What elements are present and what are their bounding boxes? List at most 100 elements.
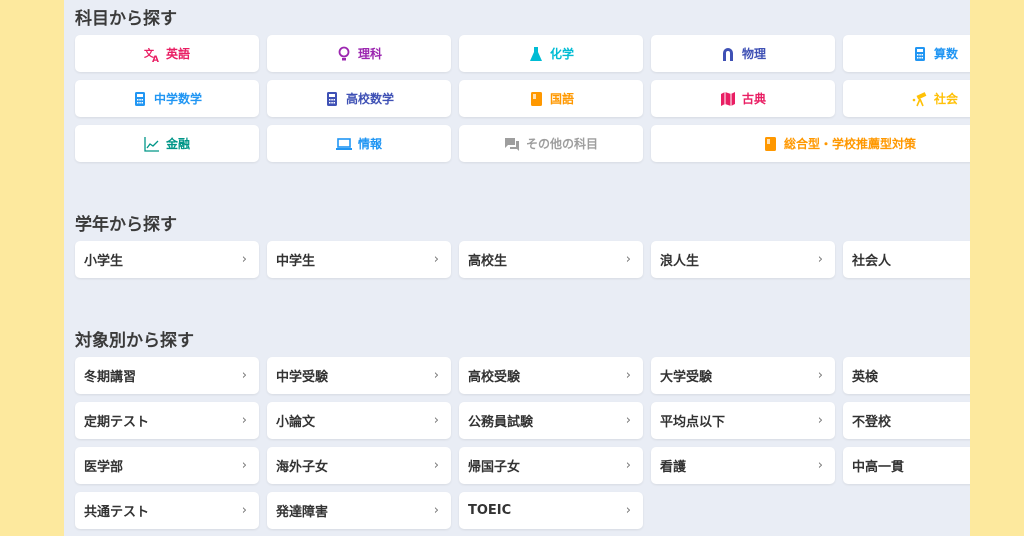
link-label: 看護 [660,460,687,475]
subject-label: 高校数学 [345,92,394,106]
link-label: 小論文 [276,415,316,430]
link-label: 高校生 [468,254,508,269]
lightbulb-icon [338,46,350,60]
link-label: 定期テスト [84,415,150,430]
chevron-right-icon: › [625,252,631,267]
target-link[interactable]: TOEIC › [459,492,643,529]
chevron-right-icon: › [241,368,247,383]
target-link[interactable]: 海外子女 › [267,447,451,484]
subject-label: 英語 [165,47,190,61]
target-link[interactable]: 発達障害 › [267,492,451,529]
subject-card[interactable]: 総合型・学校推薦型対策 [651,125,970,162]
target-link[interactable]: 平均点以下 › [651,402,835,439]
link-label: 海外子女 [276,460,329,475]
link-label: 中高一貫 [852,460,905,475]
grades-heading: 学年から探す [75,215,177,235]
chevron-right-icon: › [625,413,631,428]
chevron-right-icon: › [241,252,247,267]
link-label: 小学生 [84,254,124,269]
book-icon [530,91,542,106]
subject-card[interactable]: 金融 [75,125,259,162]
grade-link[interactable]: 高校生 › [459,241,643,278]
target-link[interactable]: 大学受験 › [651,357,835,394]
chevron-right-icon: › [433,368,439,383]
link-label: 不登校 [852,415,892,430]
link-label: 浪人生 [660,254,700,269]
chevron-right-icon: › [625,458,631,473]
subject-label: 社会 [933,92,958,106]
subject-label: 古典 [741,92,766,106]
map-icon [720,91,735,106]
target-link[interactable]: 定期テスト › [75,402,259,439]
subject-card[interactable]: 国語 [459,80,643,117]
target-link[interactable]: 小論文 › [267,402,451,439]
subject-card[interactable]: 文 A 英語 [75,35,259,72]
link-label: 社会人 [852,254,892,269]
flask-icon [529,46,542,61]
grade-link[interactable]: 社会人› [843,241,970,278]
subject-label: その他の科目 [525,137,598,151]
grade-link[interactable]: 中学生 › [267,241,451,278]
link-label: TOEIC [468,503,512,518]
chart-line-icon [144,136,159,152]
target-link[interactable]: 中高一貫› [843,447,970,484]
calculator-icon [326,91,337,106]
subject-card[interactable]: 情報 [267,125,451,162]
target-link[interactable]: 冬期講習 › [75,357,259,394]
subject-card[interactable]: 物理 [651,35,835,72]
target-link[interactable]: 中学受験 › [267,357,451,394]
subject-card[interactable]: 理科 [267,35,451,72]
laptop-icon [335,137,352,150]
subject-label: 情報 [357,137,382,151]
link-label: 冬期講習 [84,370,137,385]
subjects-grid: 文 A 英語 理科 化学 物理 算数中学数学 高校数学 国語 古典 社会金融 情報 その他の科目 総合型・… [75,35,970,162]
chevron-right-icon: › [433,503,439,518]
target-link[interactable]: 公務員試験 › [459,402,643,439]
link-label: 帰国子女 [468,460,521,475]
chat-icon [504,137,519,151]
target-link[interactable]: 不登校› [843,402,970,439]
target-link[interactable]: 高校受験 › [459,357,643,394]
grade-link[interactable]: 浪人生 › [651,241,835,278]
subject-label: 物理 [741,47,766,61]
telescope-icon [912,91,927,106]
link-label: 中学生 [276,254,316,269]
chevron-right-icon: › [817,252,823,267]
subject-card[interactable]: 社会 [843,80,970,117]
subject-card[interactable]: 高校数学 [267,80,451,117]
chevron-right-icon: › [241,413,247,428]
subject-label: 国語 [549,92,574,106]
chevron-right-icon: › [241,458,247,473]
target-link[interactable]: 英検› [843,357,970,394]
target-link[interactable]: 帰国子女 › [459,447,643,484]
targets-grid: 冬期講習›中学受験›高校受験›大学受験›英検›定期テスト›小論文›公務員試験›平… [75,357,970,529]
link-label: 医学部 [84,460,124,475]
link-label: 公務員試験 [468,415,534,430]
subjects-heading: 科目から探す [75,9,177,29]
link-label: 高校受験 [468,370,521,385]
subject-label: 総合型・学校推薦型対策 [783,137,916,151]
subject-label: 中学数学 [153,92,202,106]
target-link[interactable]: 医学部 › [75,447,259,484]
chevron-right-icon: › [817,458,823,473]
subject-card[interactable]: 化学 [459,35,643,72]
chevron-right-icon: › [241,503,247,518]
grade-link[interactable]: 小学生 › [75,241,259,278]
target-link[interactable]: 共通テスト › [75,492,259,529]
subject-label: 算数 [933,47,958,61]
chevron-right-icon: › [433,252,439,267]
calculator-icon [914,46,925,61]
chevron-right-icon: › [433,458,439,473]
book-icon [764,136,776,151]
link-label: 共通テスト [84,505,150,520]
subject-label: 金融 [165,137,190,151]
targets-heading: 対象別から探す [75,331,194,351]
link-label: 平均点以下 [660,415,726,430]
chevron-right-icon: › [625,368,631,383]
target-link[interactable]: 看護 › [651,447,835,484]
link-label: 大学受験 [660,370,713,385]
subject-card[interactable]: 算数 [843,35,970,72]
subject-card[interactable]: 古典 [651,80,835,117]
subject-card[interactable]: 中学数学 [75,80,259,117]
subject-card[interactable]: その他の科目 [459,125,643,162]
